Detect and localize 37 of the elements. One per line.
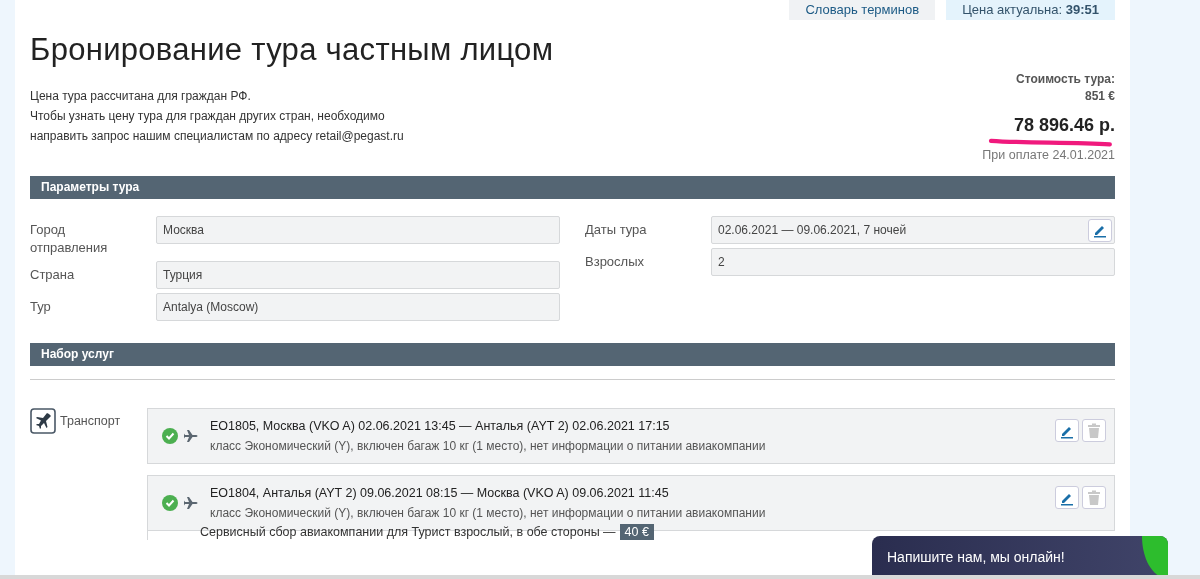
field-label: Страна bbox=[30, 266, 76, 284]
trash-icon bbox=[1087, 422, 1101, 439]
field-label: Даты тура bbox=[585, 221, 648, 239]
airplane-icon bbox=[184, 429, 198, 443]
info-text: Цена тура рассчитана для граждан РФ. bbox=[30, 88, 252, 105]
section-header: Набор услуг bbox=[30, 343, 1115, 366]
payment-date: При оплате 24.01.2021 bbox=[981, 148, 1115, 162]
field-label: Тур bbox=[30, 298, 52, 316]
flight-route: EO1805, Москва (VKO A) 02.06.2021 13:45 — Анталья (AYT 2) 02.06.2021 17:15 bbox=[210, 418, 671, 435]
glossary-link[interactable]: Словарь терминов bbox=[789, 0, 936, 20]
price-timer: Цена актуальна: 39:51 bbox=[946, 0, 1115, 20]
airplane-icon bbox=[30, 408, 56, 434]
input-field[interactable]: Турция bbox=[156, 261, 560, 289]
flight-route: EO1804, Анталья (AYT 2) 09.06.2021 08:15 — Москва (VKO A) 09.06.2021 11:45 bbox=[210, 485, 670, 502]
flight-details: класс Экономический (Y), включен багаж 10 кг (1 место), нет информации о питании авиакомпании bbox=[210, 438, 767, 455]
service-type-label: Транспорт bbox=[60, 414, 121, 428]
input-field[interactable]: Москва bbox=[156, 216, 560, 244]
field-label: Взрослых bbox=[585, 253, 646, 271]
edit-button[interactable] bbox=[1088, 218, 1112, 242]
page-title: Бронирование тура частным лицом bbox=[30, 32, 554, 68]
edit-button[interactable] bbox=[1055, 419, 1079, 442]
price-eur: 851 € bbox=[1083, 89, 1115, 103]
info-text: Чтобы узнать цену тура для граждан других стран, необходимо bbox=[30, 108, 386, 125]
input-field[interactable]: 02.06.2021 — 09.06.2021, 7 ночей bbox=[711, 216, 1115, 244]
section-header: Параметры тура bbox=[30, 176, 1115, 199]
edit-button[interactable] bbox=[1055, 486, 1079, 509]
price-rub: 78 896.46 р. bbox=[1013, 115, 1115, 136]
trash-icon bbox=[1087, 489, 1101, 506]
fee-text: Сервисный сбор авиакомпании для Турист взрослый, в обе стороны — bbox=[200, 525, 616, 539]
input-field[interactable]: Antalya (Moscow) bbox=[156, 293, 560, 321]
fee-amount: 40 € bbox=[619, 524, 654, 540]
field-label: Город отправления bbox=[30, 221, 109, 257]
price-label: Стоимость тура: bbox=[1015, 72, 1115, 86]
airplane-icon bbox=[184, 496, 198, 510]
flight-details: класс Экономический (Y), включен багаж 10 кг (1 место), нет информации о питании авиакомпании bbox=[210, 505, 767, 522]
input-field[interactable]: 2 bbox=[711, 248, 1115, 276]
info-text: направить запрос нашим специалистам по адресу retail@pegast.ru bbox=[30, 128, 405, 145]
